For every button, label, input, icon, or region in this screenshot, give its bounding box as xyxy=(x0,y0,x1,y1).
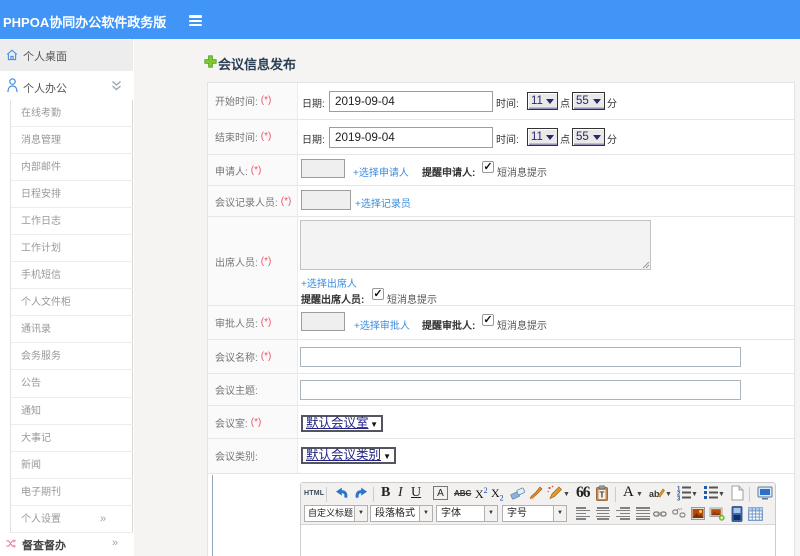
svg-text:T: T xyxy=(600,491,605,500)
svg-text:3: 3 xyxy=(677,497,681,502)
svg-text:ab: ab xyxy=(649,489,660,499)
